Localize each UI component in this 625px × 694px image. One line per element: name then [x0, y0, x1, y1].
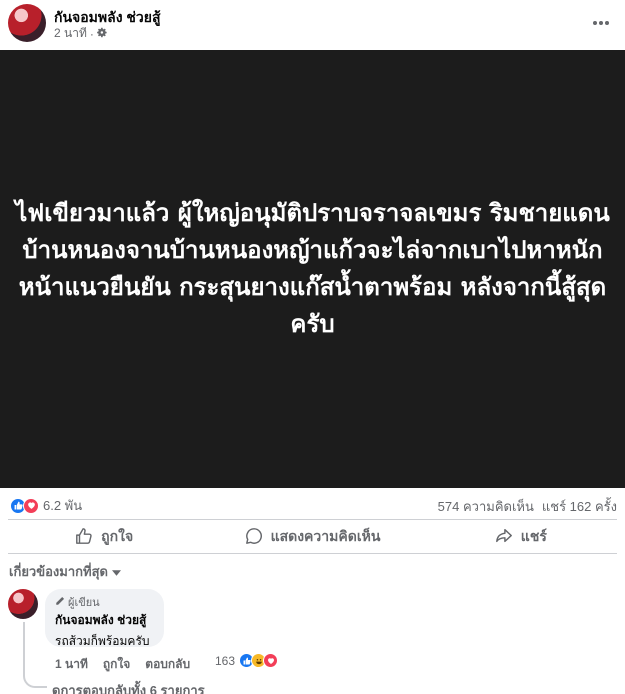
thread-line: [23, 622, 25, 662]
share-arrow-icon: [495, 527, 513, 548]
comment-reply-button[interactable]: ตอบกลับ: [145, 655, 190, 674]
author-badge: ผู้เขียน: [55, 595, 154, 609]
reaction-summary[interactable]: 6.2 พัน: [10, 495, 82, 516]
reaction-count: 6.2 พัน: [43, 498, 83, 513]
comment-sort-dropdown[interactable]: เกี่ยวข้องมากที่สุด: [9, 561, 121, 582]
comment-actions: 1 นาที ถูกใจ ตอบกลับ: [55, 655, 190, 674]
comment-time[interactable]: 1 นาที: [55, 655, 88, 674]
caret-down-icon: [111, 564, 121, 579]
sort-label: เกี่ยวข้องมากที่สุด: [9, 564, 108, 579]
meta-separator: ·: [89, 26, 94, 41]
comment-author[interactable]: กันจอมพลัง ช่วยสู้: [55, 611, 154, 630]
comment-count[interactable]: 574 ความคิดเห็น: [438, 496, 534, 517]
comment-button[interactable]: แสดงความคิดเห็น: [208, 520, 416, 554]
share-label: แชร์: [520, 528, 547, 544]
comment-reaction-count: 163: [215, 653, 236, 668]
love-reaction-icon: [23, 497, 39, 514]
more-horizontal-icon: [592, 13, 610, 31]
post-text-background: ไฟเขียวมาแล้ว ผู้ใหญ่อนุมัติปราบจราจลเขม…: [0, 50, 625, 488]
more-options-button[interactable]: [591, 12, 611, 32]
commenter-avatar[interactable]: [8, 589, 38, 619]
engagement-counts: 574 ความคิดเห็น แชร์ 162 ครั้ง: [438, 496, 617, 517]
post-text: ไฟเขียวมาแล้ว ผู้ใหญ่อนุมัติปราบจราจลเขม…: [15, 199, 610, 338]
view-replies-link[interactable]: ดูการตอบกลับทั้ง 6 รายการ: [52, 680, 205, 694]
thread-connector: [23, 662, 47, 688]
share-button[interactable]: แชร์: [417, 520, 625, 554]
post-header: กันจอมพลัง ช่วยสู้ 2 นาที ·: [0, 0, 625, 48]
pencil-icon: [55, 596, 65, 609]
comment-text: รถส้วมก็พร้อมครับ: [55, 634, 150, 648]
post-meta: 2 นาที ·: [54, 24, 108, 43]
page-avatar[interactable]: [8, 4, 46, 42]
comment-label: แสดงความคิดเห็น: [270, 528, 381, 544]
like-label: ถูกใจ: [101, 528, 134, 544]
post-actions: ถูกใจ แสดงความคิดเห็น แชร์: [0, 520, 625, 554]
comment-bubble-icon: [245, 527, 263, 548]
share-count[interactable]: แชร์ 162 ครั้ง: [542, 496, 617, 517]
divider: [8, 553, 617, 554]
author-badge-label: ผู้เขียน: [68, 597, 100, 609]
love-reaction-icon: [263, 653, 279, 668]
post-time[interactable]: 2 นาที: [54, 24, 87, 43]
comment-like-button[interactable]: ถูกใจ: [103, 655, 130, 674]
gear-icon: [96, 27, 108, 41]
like-button[interactable]: ถูกใจ: [0, 520, 208, 554]
comment-reactions[interactable]: 163: [215, 653, 279, 668]
comment-bubble: ผู้เขียน กันจอมพลัง ช่วยสู้ รถส้วมก็พร้อ…: [45, 589, 164, 648]
post-stats: 6.2 พัน 574 ความคิดเห็น แชร์ 162 ครั้ง: [0, 490, 625, 518]
thumbs-up-icon: [75, 527, 93, 548]
